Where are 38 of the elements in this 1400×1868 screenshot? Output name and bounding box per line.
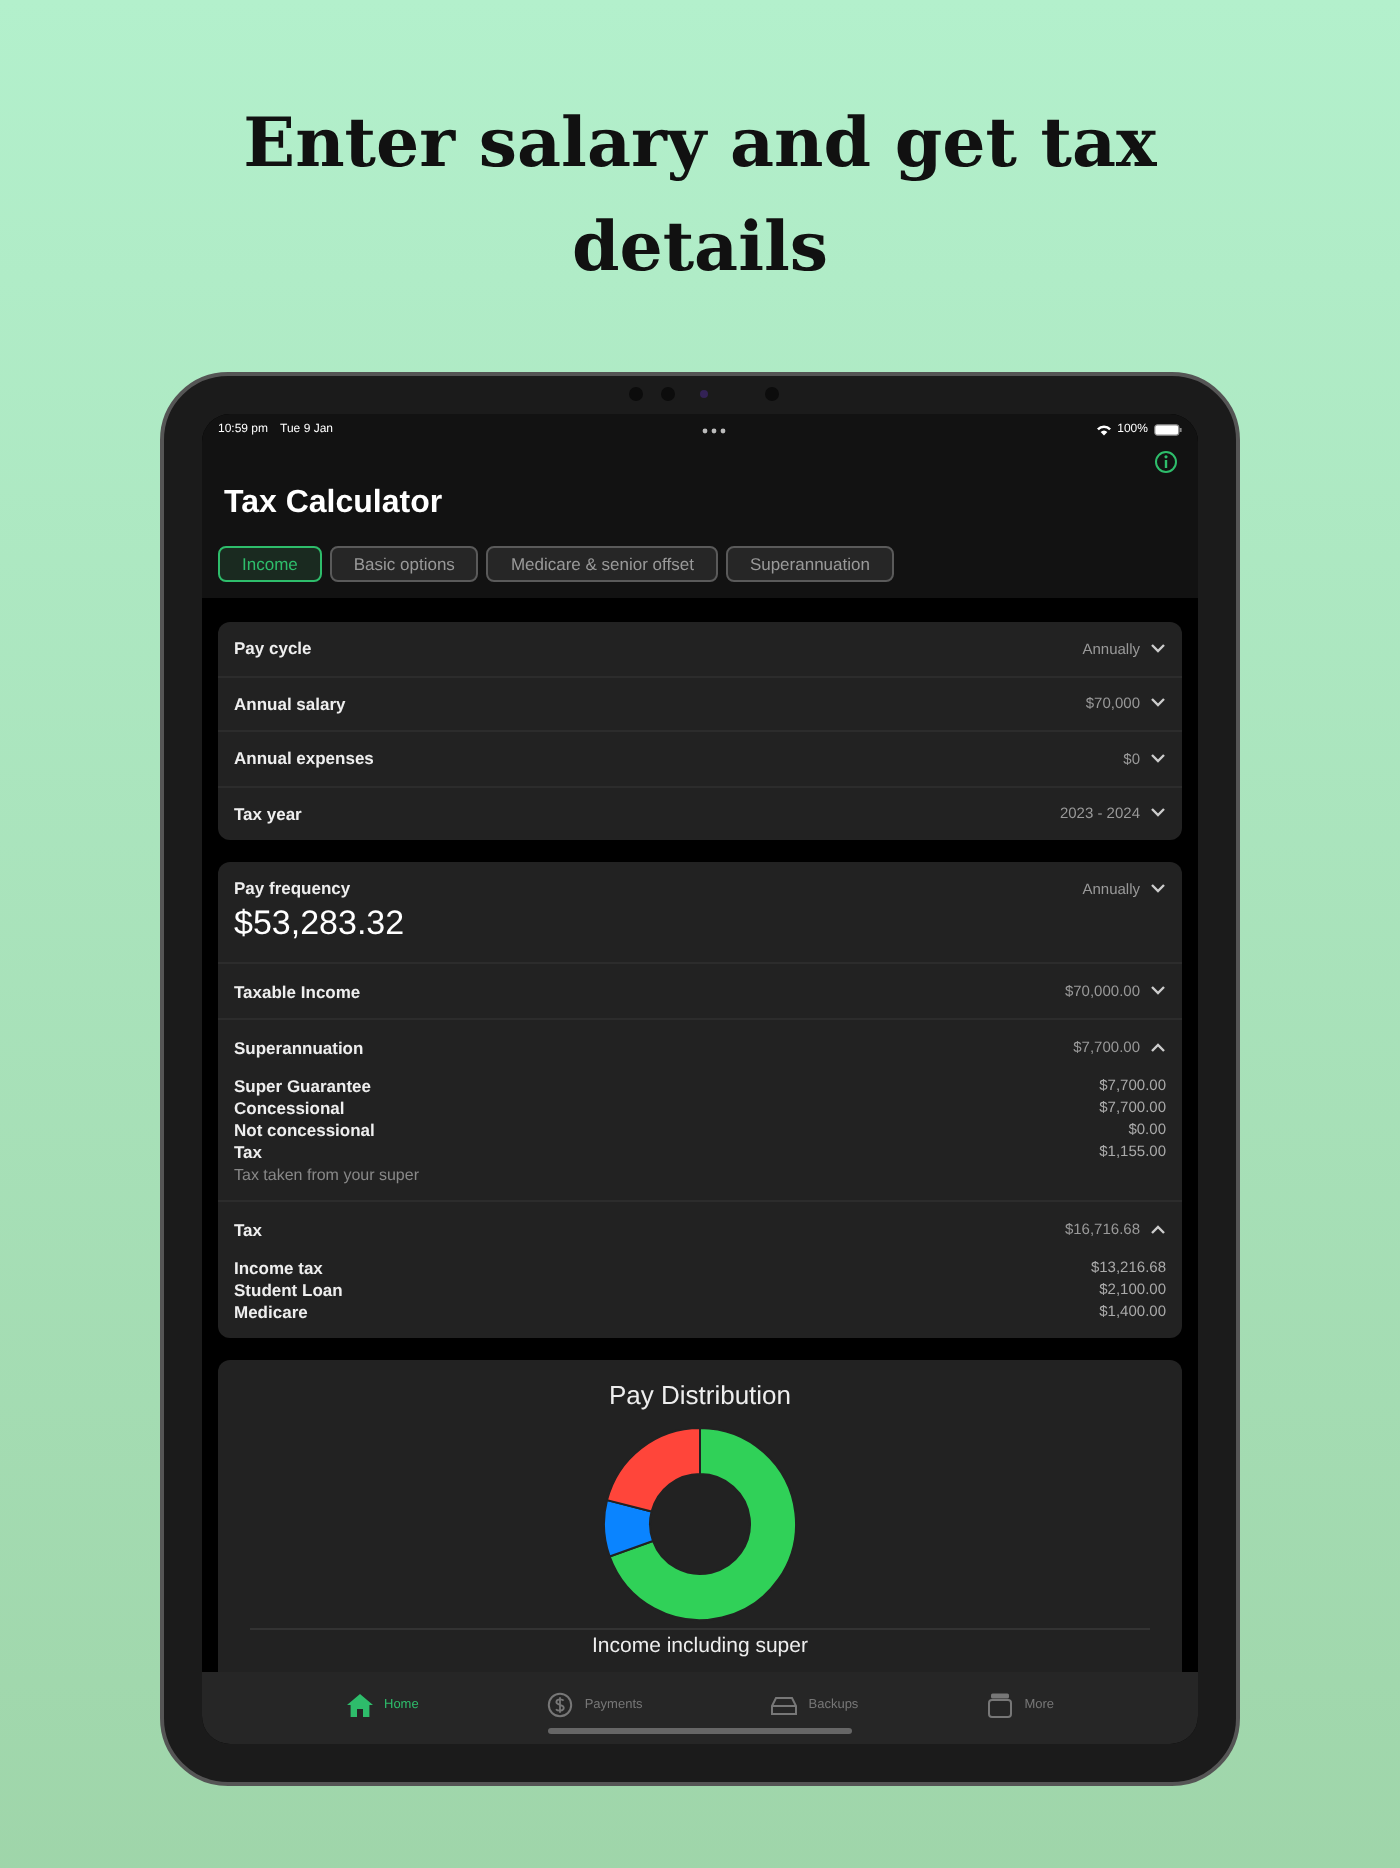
- tab[interactable]: Income: [218, 546, 322, 582]
- detail-label: Super Guarantee: [234, 1075, 371, 1095]
- home-icon: [346, 1692, 374, 1718]
- row-label: Annual expenses: [234, 748, 374, 769]
- tab[interactable]: Superannuation: [725, 546, 894, 582]
- tab[interactable]: Medicare & senior offset: [486, 546, 718, 582]
- detail-label: Medicare: [234, 1301, 308, 1321]
- archive-box-icon: [986, 1692, 1015, 1718]
- section-label: Superannuation: [234, 1037, 364, 1057]
- detail-label: Not concessional: [234, 1119, 375, 1139]
- detail-label: Tax: [234, 1141, 263, 1161]
- net-pay-amount: $53,283.32: [234, 904, 407, 944]
- row-label: Pay cycle: [234, 638, 312, 659]
- row-label: Tax year: [234, 803, 302, 824]
- section-label: Tax: [234, 1219, 263, 1239]
- chevron-down-icon: [1150, 883, 1166, 893]
- info-icon: [1154, 450, 1178, 474]
- detail-label: Income tax: [234, 1257, 323, 1277]
- section-label: Taxable Income: [234, 981, 361, 1001]
- chevron-down-icon: [1150, 698, 1166, 709]
- more-dots-icon: [702, 427, 727, 433]
- battery-icon: [1153, 424, 1182, 436]
- section-note: Tax taken from your super: [234, 1166, 421, 1184]
- detail-label: Concessional: [234, 1097, 345, 1117]
- wifi-icon: [1095, 424, 1112, 436]
- chart-title: Pay Distribution: [608, 1380, 792, 1410]
- row-label: Annual salary: [234, 693, 346, 714]
- drive-icon: [770, 1692, 799, 1718]
- tab[interactable]: Basic options: [329, 546, 479, 582]
- headline: Enter salary and get tax details: [241, 102, 1159, 292]
- chevron-down-icon: [1150, 643, 1166, 654]
- chart-subtitle: Income including super: [592, 1634, 808, 1658]
- dollar-coin-icon: [546, 1692, 575, 1718]
- row-label: Pay frequency: [234, 878, 351, 898]
- chevron-down-icon: [1150, 753, 1166, 764]
- detail-label: Student Loan: [234, 1279, 343, 1299]
- screen-title: Tax Calculator: [224, 486, 445, 522]
- chevron-down-icon: [1150, 808, 1166, 819]
